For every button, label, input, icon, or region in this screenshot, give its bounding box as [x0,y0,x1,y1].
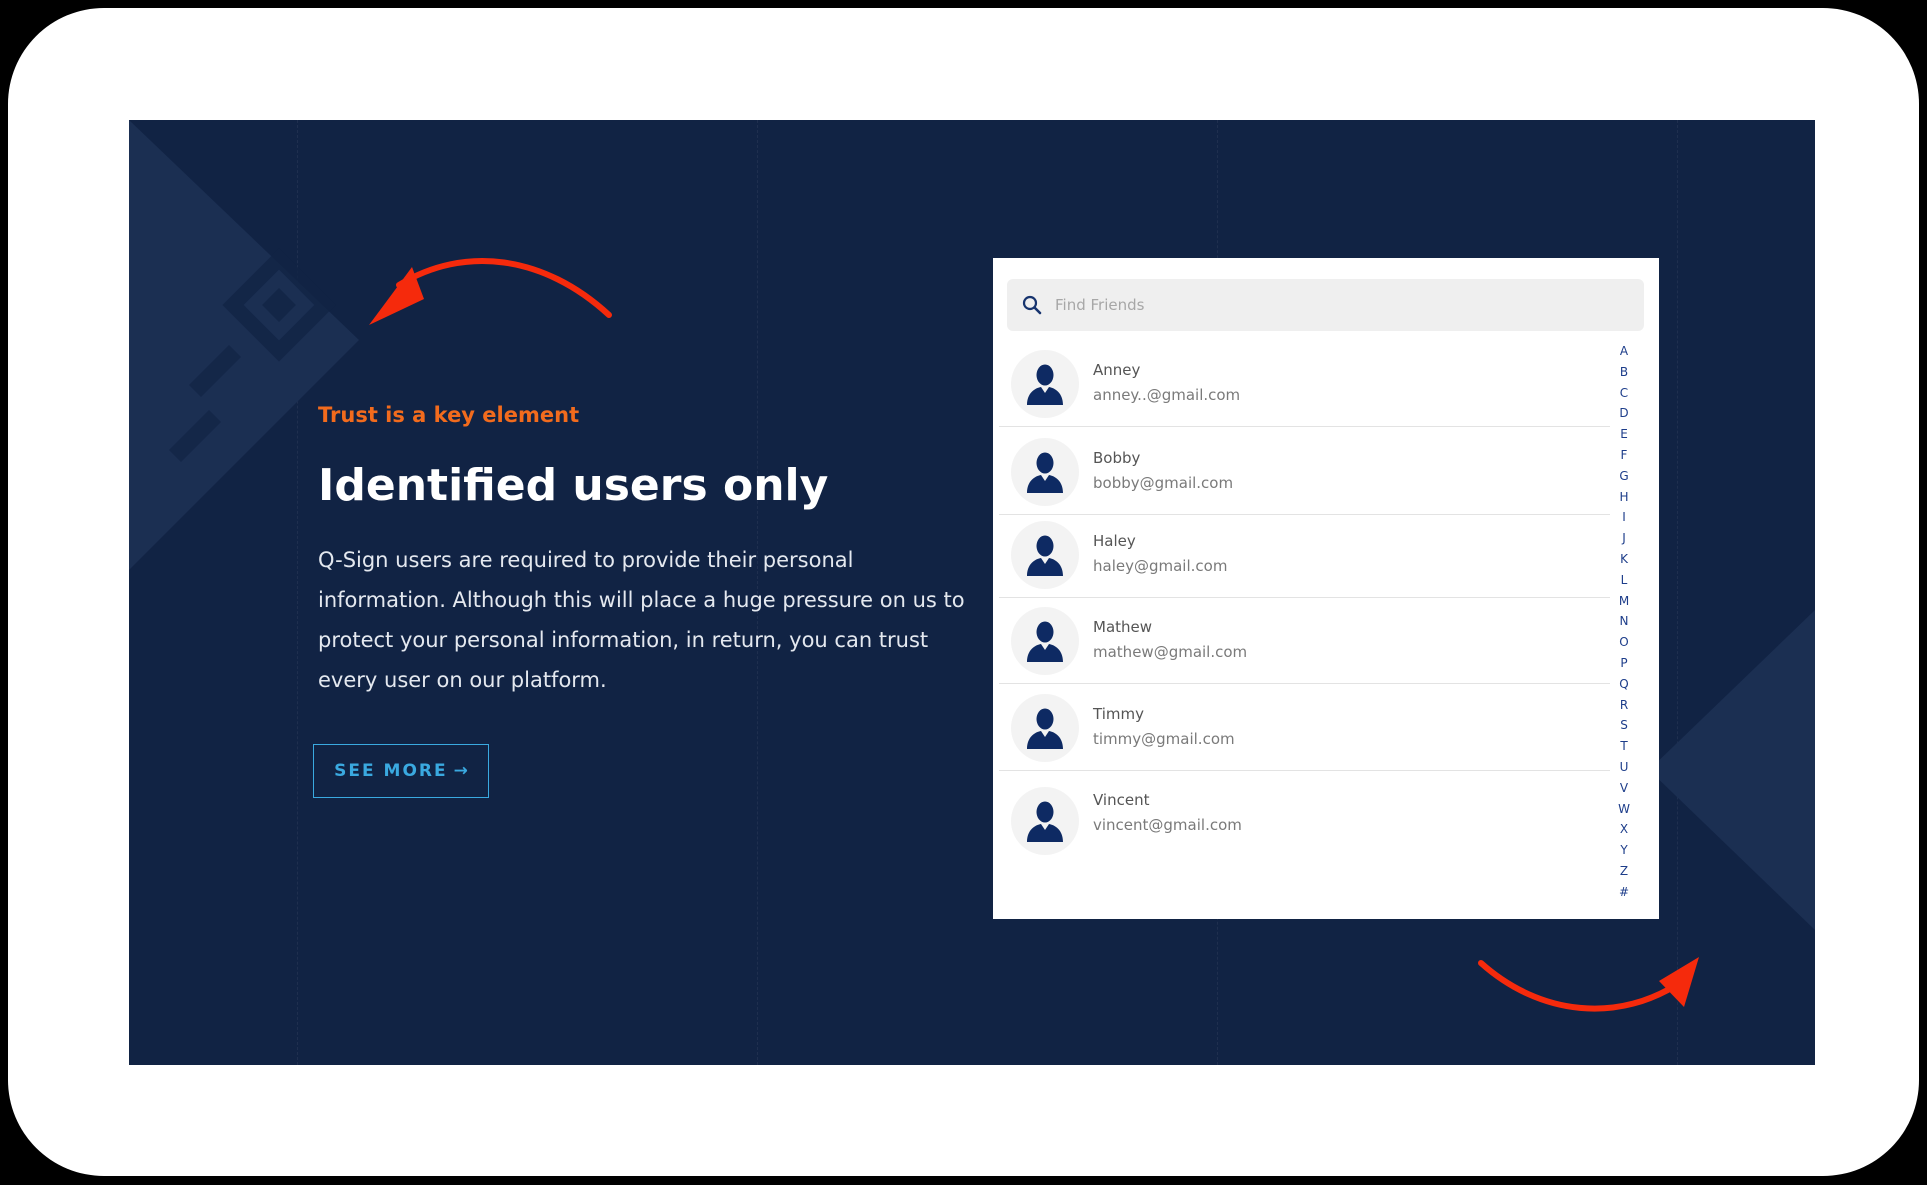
alphabet-letter[interactable]: J [1613,528,1635,549]
hero-banner: Trust is a key element Identified users … [129,120,1815,1065]
contact-item[interactable]: Mathew mathew@gmail.com [999,598,1610,684]
contact-item[interactable]: Anney anney..@gmail.com [999,341,1610,427]
user-icon [1027,801,1063,842]
search-input[interactable] [1053,295,1617,315]
alphabet-letter[interactable]: S [1613,715,1635,736]
contact-email: vincent@gmail.com [1093,816,1242,834]
user-icon [1027,708,1063,749]
user-icon [1027,364,1063,405]
contact-item[interactable]: Bobby bobby@gmail.com [999,429,1610,515]
alphabet-letter[interactable]: D [1613,403,1635,424]
contact-email: anney..@gmail.com [1093,386,1241,404]
alphabet-letter[interactable]: N [1613,611,1635,632]
page-title: Identified users only [318,460,829,511]
alphabet-letter[interactable]: T [1613,736,1635,757]
alphabet-letter[interactable]: K [1613,549,1635,570]
eyebrow-text: Trust is a key element [318,403,580,427]
alphabet-letter[interactable]: F [1613,445,1635,466]
contact-email: mathew@gmail.com [1093,643,1248,661]
contact-name: Vincent [1093,791,1150,809]
description-text: Q-Sign users are required to provide the… [318,548,965,692]
see-more-label: SEE MORE [334,761,448,781]
contact-name: Bobby [1093,449,1141,467]
search-icon [1021,294,1043,316]
alphabet-letter[interactable]: Q [1613,674,1635,695]
friends-panel: Anney anney..@gmail.com Bobby bobby@gmail.c… [993,258,1659,919]
curved-arrow-left-icon [369,258,612,325]
contact-name: Mathew [1093,618,1153,636]
contact-email: haley@gmail.com [1093,557,1228,575]
alphabet-letter[interactable]: P [1613,653,1635,674]
avatar [1011,787,1079,855]
contact-name: Haley [1093,532,1136,550]
avatar [1011,520,1079,589]
alphabet-letter[interactable]: W [1613,799,1635,820]
avatar [1011,693,1079,762]
avatar [1011,437,1079,506]
alphabet-letter[interactable]: Z [1613,861,1635,882]
alphabet-letter[interactable]: A [1613,341,1635,362]
alphabet-letter[interactable]: U [1613,757,1635,778]
alphabet-letter[interactable]: X [1613,819,1635,840]
alphabet-letter[interactable]: C [1613,383,1635,404]
arrow-right-icon: → [453,761,468,781]
alphabet-letter[interactable]: # [1613,882,1635,903]
avatar [1011,349,1079,418]
contact-email: bobby@gmail.com [1093,474,1234,492]
contact-item[interactable]: Vincent vincent@gmail.com [999,771,1610,871]
user-icon [1027,621,1063,662]
alphabet-letter[interactable]: R [1613,695,1635,716]
contact-email: timmy@gmail.com [1093,730,1235,748]
user-icon [1027,535,1063,576]
alphabet-letter[interactable]: V [1613,778,1635,799]
alphabet-index: A B C D E F G H I J K L M N O P Q R S T U V W X Y Z # [1613,341,1635,903]
see-more-button[interactable]: SEE MORE → [313,744,489,798]
screenshot-frame: Trust is a key element Identified users … [8,8,1919,1176]
alphabet-letter[interactable]: I [1613,507,1635,528]
alphabet-letter[interactable]: E [1613,424,1635,445]
contact-name: Timmy [1093,705,1144,723]
search-bar[interactable] [1007,279,1644,331]
avatar [1011,606,1079,675]
alphabet-letter[interactable]: O [1613,632,1635,653]
alphabet-letter[interactable]: H [1613,487,1635,508]
contact-item[interactable]: Haley haley@gmail.com [999,512,1610,598]
alphabet-letter[interactable]: G [1613,466,1635,487]
alphabet-letter[interactable]: M [1613,591,1635,612]
alphabet-letter[interactable]: L [1613,570,1635,591]
alphabet-letter[interactable]: B [1613,362,1635,383]
contact-name: Anney [1093,361,1141,379]
contact-item[interactable]: Timmy timmy@gmail.com [999,685,1610,771]
user-icon [1027,452,1063,493]
curved-arrow-right-icon [1478,957,1699,1012]
alphabet-letter[interactable]: Y [1613,840,1635,861]
